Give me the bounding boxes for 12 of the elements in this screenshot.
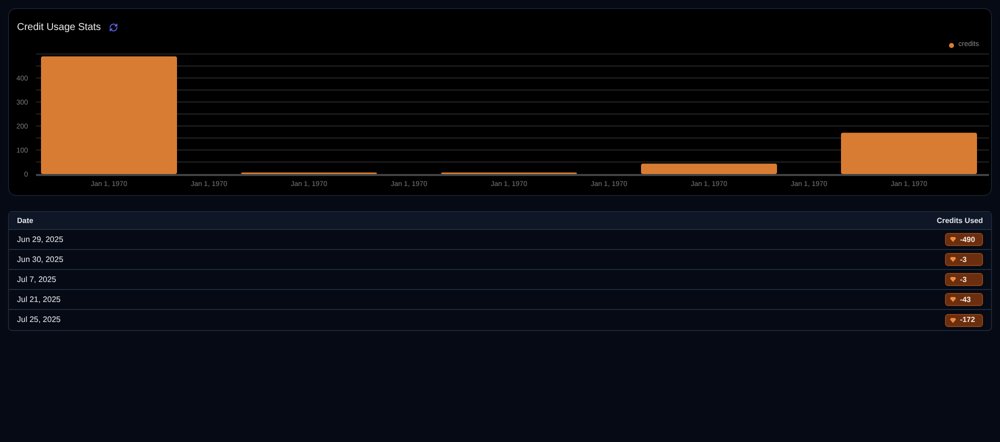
card-title: Credit Usage Stats	[17, 20, 101, 34]
gem-icon	[950, 277, 956, 282]
date-cell: Jul 21, 2025	[17, 294, 61, 306]
date-cell: Jul 25, 2025	[17, 314, 61, 326]
date-cell: Jun 29, 2025	[17, 234, 64, 246]
gem-icon	[950, 257, 956, 262]
date-cell: Jun 30, 2025	[17, 254, 64, 266]
date-cell: Jul 7, 2025	[17, 274, 56, 286]
gem-icon	[950, 318, 956, 322]
gem-icon	[950, 237, 956, 242]
gem-icon	[950, 297, 956, 302]
refresh-icon[interactable]	[108, 22, 118, 32]
